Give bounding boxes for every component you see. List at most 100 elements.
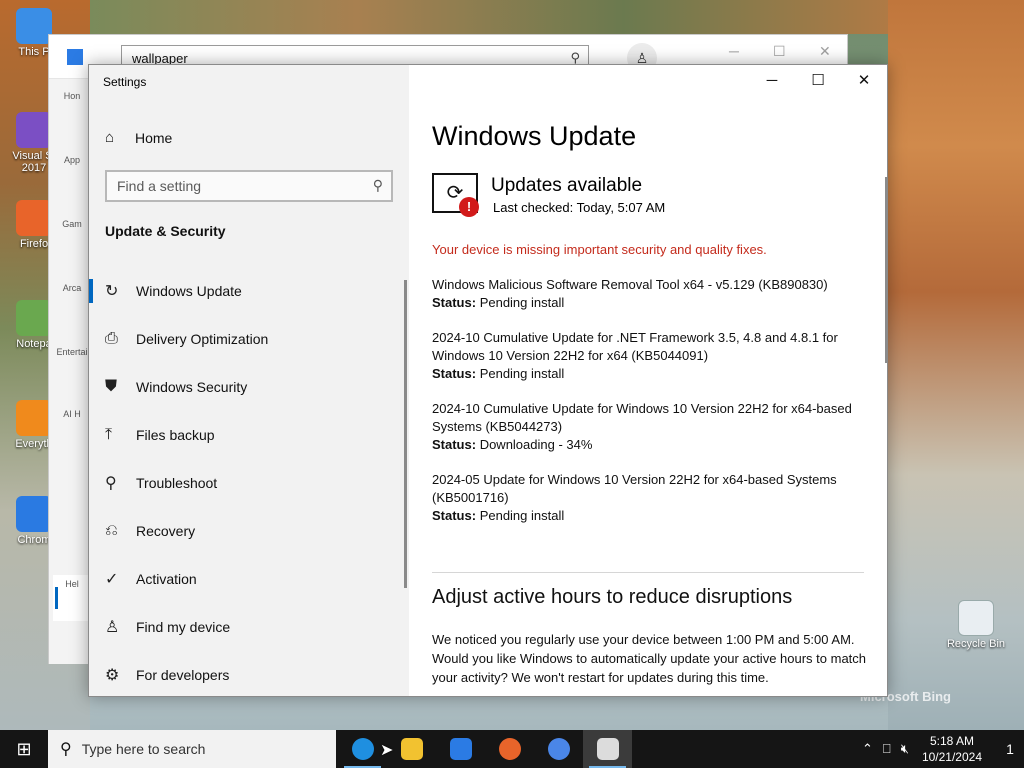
nav-item-troubleshoot[interactable]: ⚲ Troubleshoot (89, 459, 409, 507)
desktop-icon-glyph (16, 8, 52, 44)
section-heading: Update & Security (105, 223, 226, 239)
edge-icon (351, 738, 374, 760)
background-rail-item[interactable]: Entertai (55, 347, 89, 357)
background-app-icon (67, 49, 83, 65)
file-explorer-icon (400, 738, 423, 760)
background-rail-item[interactable]: App (55, 155, 89, 165)
recycle-bin-label: Recycle Bin (946, 638, 1006, 650)
taskbar: ⊞ ⚲ Type here to search ⌃ ⎕ 🔇︎ 5:18 AM 1… (0, 730, 1024, 768)
nav-item-for-developers[interactable]: ⚙ For developers (89, 651, 409, 696)
status-title: Updates available (491, 175, 643, 196)
background-rail-item[interactable]: Hel (55, 579, 89, 589)
divider (432, 572, 864, 573)
nav-item-label: Delivery Optimization (136, 331, 269, 347)
nav-item-windows-security[interactable]: ⛊ Windows Security (89, 363, 409, 411)
nav-item-windows-update[interactable]: ↻ Windows Update (89, 267, 409, 315)
clock-date: 10/21/2024 (921, 750, 982, 764)
start-button[interactable]: ⊞ (0, 730, 48, 768)
background-rail-item[interactable]: AI H (55, 409, 89, 419)
taskbar-search[interactable]: ⚲ Type here to search (48, 730, 336, 768)
taskbar-chrome-button[interactable] (534, 730, 583, 768)
nav-item-icon: ⎌ (105, 522, 118, 539)
action-center-button[interactable]: 1 (996, 741, 1024, 757)
desktop-icon-glyph (16, 300, 52, 336)
background-rail-label: Hel (65, 579, 79, 589)
update-status: Status: Downloading - 34% (432, 436, 852, 454)
update-status-value: Pending install (479, 295, 565, 310)
nav-item-label: Windows Update (136, 283, 242, 299)
alert-icon: ! (459, 197, 479, 217)
update-status-label: Status: (432, 437, 477, 452)
background-maximize-button[interactable]: ☐ (773, 43, 786, 60)
sidebar-scrollbar[interactable] (404, 280, 407, 588)
update-status-label: Status: (432, 366, 477, 381)
desktop-icon-glyph (16, 200, 52, 236)
nav-item-icon: ✓ (105, 571, 119, 588)
active-hours-heading: Adjust active hours to reduce disruption… (432, 586, 793, 608)
clock-time: 5:18 AM (929, 734, 974, 748)
last-checked: Last checked: Today, 5:07 AM (493, 200, 666, 215)
nav-item-label: Windows Security (136, 379, 248, 395)
update-status: Status: Pending install (432, 507, 852, 525)
settings-window[interactable]: Settings ⌂ Home Find a setting ⚲ Update … (88, 64, 888, 697)
background-rail-label: Hon (63, 91, 81, 101)
nav-list: ↻ Windows Update ⎙ Delivery Optimization ⛊ Wi… (89, 267, 409, 696)
taskbar-firefox-button[interactable] (485, 730, 534, 768)
update-name: 2024-10 Cumulative Update for .NET Frame… (432, 330, 838, 363)
nav-item-activation[interactable]: ✓ Activation (89, 555, 409, 603)
background-minimize-button[interactable]: ─ (729, 43, 739, 59)
update-status-label: Status: (432, 508, 477, 523)
desktop-icon-glyph (16, 112, 52, 148)
update-name: Windows Malicious Software Removal Tool … (432, 277, 828, 292)
update-status-value: Pending install (479, 508, 565, 523)
search-icon: ⚲ (60, 741, 72, 758)
desktop-icon-label: Notepa (16, 338, 52, 350)
taskbar-settings-button[interactable] (583, 730, 632, 768)
find-setting-placeholder: Find a setting (117, 178, 202, 194)
nav-item-find-my-device[interactable]: ♙ Find my device (89, 603, 409, 651)
update-item: 2024-10 Cumulative Update for Windows 10… (432, 400, 852, 454)
system-tray: ⌃ ⎕ 🔇︎ 5:18 AM 10/21/2024 1 (857, 730, 1024, 768)
recycle-bin-icon[interactable]: Recycle Bin (942, 600, 1010, 650)
main-scrollbar[interactable] (885, 177, 887, 363)
settings-icon (596, 738, 619, 760)
update-status-value: Pending install (479, 366, 565, 381)
mouse-cursor-icon: ➤ (380, 742, 394, 759)
nav-item-icon: ⎙ (105, 330, 118, 347)
window-title: Settings (103, 75, 147, 89)
update-status-label: Status: (432, 295, 477, 310)
taskbar-file-explorer-button[interactable] (387, 730, 436, 768)
find-setting-input[interactable]: Find a setting ⚲ (105, 170, 393, 202)
clock[interactable]: 5:18 AM 10/21/2024 (922, 733, 982, 765)
nav-item-files-backup[interactable]: ⤒ Files backup (89, 411, 409, 459)
background-rail-item[interactable]: Hon (55, 91, 89, 101)
update-status-value: Downloading - 34% (479, 437, 593, 452)
update-name: 2024-05 Update for Windows 10 Version 22… (432, 472, 837, 505)
nav-item-icon: ⤒ (105, 426, 113, 443)
update-status: Status: Pending install (432, 365, 852, 383)
active-hours-text: We noticed you regularly use your device… (432, 632, 867, 685)
nav-item-label: Files backup (136, 427, 215, 443)
background-rail-item[interactable]: Arca (55, 283, 89, 293)
settings-main-pane: Windows Update ⟳ ! Updates available Las… (409, 65, 887, 696)
nav-item-label: For developers (136, 667, 230, 683)
background-rail-item[interactable]: Gam (55, 219, 89, 229)
background-selection-indicator (55, 587, 58, 609)
background-rail-label: AI H (63, 409, 81, 419)
background-rail-label: Arca (62, 283, 82, 293)
chrome-icon (547, 738, 570, 760)
network-icon[interactable]: ⎕ (883, 741, 891, 757)
nav-item-icon: ♙ (105, 619, 120, 636)
background-close-button[interactable]: ✕ (819, 43, 831, 60)
desktop-icon-glyph (16, 400, 52, 436)
taskbar-store-button[interactable] (436, 730, 485, 768)
nav-item-icon: ⛊ (105, 378, 118, 395)
nav-home[interactable]: ⌂ Home (105, 129, 172, 146)
nav-item-recovery[interactable]: ⎌ Recovery (89, 507, 409, 555)
chevron-up-icon[interactable]: ⌃ (862, 741, 873, 757)
desktop-icon-label: This P (18, 46, 50, 58)
update-item: 2024-10 Cumulative Update for .NET Frame… (432, 329, 852, 383)
volume-muted-icon[interactable]: 🔇︎ (901, 741, 909, 757)
nav-item-label: Troubleshoot (136, 475, 218, 491)
nav-item-delivery-optimization[interactable]: ⎙ Delivery Optimization (89, 315, 409, 363)
